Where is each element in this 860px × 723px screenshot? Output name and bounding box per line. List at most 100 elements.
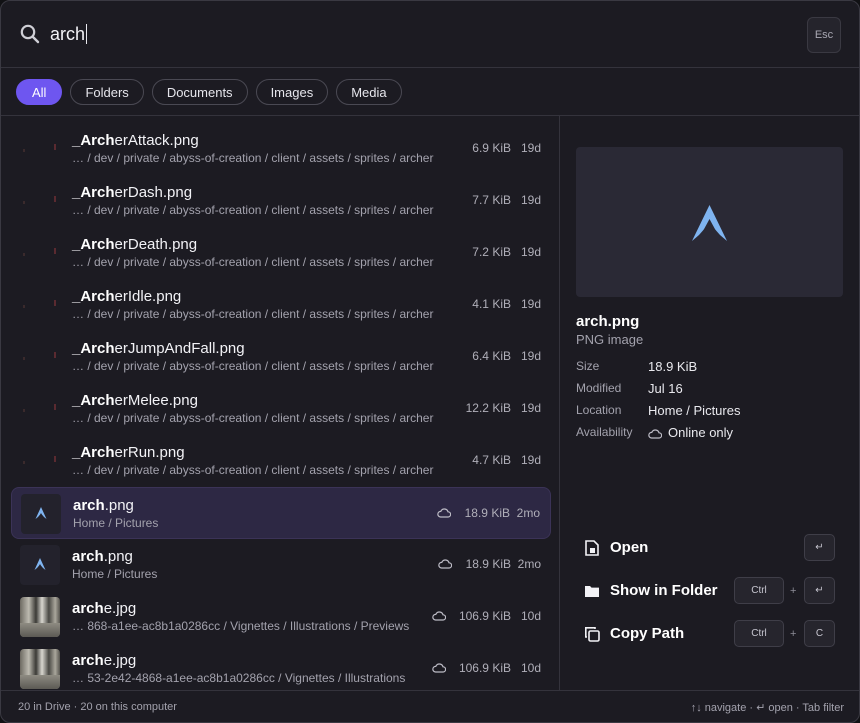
result-row[interactable]: _ArcherRun.png … / dev / private / abyss-… [11,435,551,487]
open-action[interactable]: Open [584,533,839,563]
sprite-thumbnail [20,233,60,273]
filename-rest: .png [103,548,133,565]
results-list[interactable]: _ArcherAttack.png … / dev / private / aby… [1,116,559,690]
result-filename: arch.png [72,548,133,565]
filename-rest: .png [104,497,134,514]
filename-match: Arch [80,340,115,357]
preview-filetype: PNG image [576,332,644,347]
filter-media[interactable]: Media [336,79,402,105]
result-size: 12.2 KiB [465,401,511,415]
filename-match: Arch [80,288,115,305]
open-shortcut-enter: ↵ [804,534,835,561]
filter-images[interactable]: Images [255,79,329,105]
filename-match: Arch [80,184,115,201]
copy-path-shortcut-c: C [804,620,835,647]
sprite-thumbnail [20,181,60,221]
result-size: 6.4 KiB [472,349,511,363]
result-size: 106.9 KiB [458,609,511,623]
result-row[interactable]: _ArcherDash.png … / dev / private / abyss… [11,175,551,227]
filename-match: Arch [80,392,115,409]
result-size: 4.1 KiB [472,297,511,311]
cloud-icon [438,559,453,569]
cloud-icon [431,611,446,621]
sprite-thumbnail [20,389,60,429]
result-path: Home / Pictures [72,567,158,581]
search-input[interactable]: arch [50,21,750,47]
filter-chips: All Folders Documents Images Media [16,79,402,105]
result-size: 18.9 KiB [465,557,511,571]
cloud-icon [648,429,662,439]
result-size: 18.9 KiB [464,506,510,520]
result-age: 19d [520,453,541,467]
filename-rest: erIdle.png [114,288,182,305]
result-row[interactable]: arch.png Home / Pictures 2mo 18.9 KiB [11,539,551,591]
cloud-icon [437,508,452,518]
result-counts: 20 in Drive · 20 on this computer [18,701,177,713]
result-filename: arch.png [73,497,134,514]
filter-all[interactable]: All [16,79,63,105]
show-in-folder-action[interactable]: Show in Folder [584,576,839,606]
meta-label-size: Size [576,359,600,373]
filter-folders[interactable]: Folders [70,79,144,105]
filename-match: Arch [80,444,115,461]
meta-value-availability: Online only [668,425,734,440]
result-row[interactable]: arche.jpg … 53-2e42-4868-a1ee-ac8b1a0286c… [11,643,551,690]
search-bar: arch Esc [1,1,859,68]
result-path: … / dev / private / abyss-of-creation / … [72,151,434,165]
filename-match: Arch [80,132,115,149]
filename-rest: erRun.png [114,444,185,461]
result-filename: _ArcherDeath.png [72,236,197,253]
filename-match: arch [72,548,104,565]
sprite-thumbnail [20,441,60,481]
result-row[interactable]: _ArcherDeath.png … / dev / private / abys… [11,227,551,279]
result-path: … / dev / private / abyss-of-creation / … [72,255,434,269]
result-row[interactable]: _ArcherAttack.png … / dev / private / aby… [11,123,551,175]
filename-match: arch [72,600,104,617]
open-label: Open [610,539,649,556]
open-file-icon [585,540,599,556]
result-filename: _ArcherDash.png [72,184,192,201]
show-in-folder-label: Show in Folder [610,582,718,599]
arch-logo-icon [692,205,727,241]
result-path: … / dev / private / abyss-of-creation / … [72,463,434,477]
meta-value-size: 18.9 KiB [648,359,698,374]
result-age: 19d [520,193,541,207]
shortcut-plus: + [790,628,797,640]
image-thumbnail [20,597,60,637]
copy-path-action[interactable]: Copy Path [584,619,839,649]
result-row[interactable]: _ArcherJumpAndFall.png … / dev / private … [11,331,551,383]
result-filename: _ArcherJumpAndFall.png [72,340,245,357]
filename-rest: erDeath.png [114,236,198,253]
meta-label-location: Location [576,403,622,417]
result-path: … / dev / private / abyss-of-creation / … [72,359,434,373]
result-age: 2mo [517,557,541,571]
filename-rest: erJumpAndFall.png [114,340,245,357]
result-size: 6.9 KiB [472,141,511,155]
sprite-thumbnail [20,337,60,377]
result-filename: _ArcherRun.png [72,444,185,461]
result-row[interactable]: arche.jpg … 868-a1ee-ac8b1a0286cc / Vigne… [11,591,551,643]
preview-image [576,147,843,297]
esc-button[interactable]: Esc [807,17,841,53]
result-size: 7.2 KiB [472,245,511,259]
result-age: 10d [520,661,541,675]
result-row[interactable]: _ArcherMelee.png … / dev / private / abys… [11,383,551,435]
meta-value-location: Home / Pictures [648,403,741,418]
result-row-selected[interactable]: arch.png Home / Pictures 2mo 18.9 KiB [11,487,551,539]
result-age: 19d [520,401,541,415]
shortcut-plus: + [790,585,797,597]
sprite-thumbnail [20,129,60,169]
result-row[interactable]: _ArcherIdle.png … / dev / private / abyss… [11,279,551,331]
filename-rest: erAttack.png [114,132,199,149]
result-size: 4.7 KiB [472,453,511,467]
show-in-folder-shortcut-enter: ↵ [804,577,835,604]
result-size: 106.9 KiB [458,661,511,675]
filter-documents[interactable]: Documents [151,79,248,105]
meta-label-availability: Availability [576,425,633,439]
launcher-window: arch Esc All Folders Documents Images Me… [0,0,860,723]
result-filename: arche.jpg [72,600,136,617]
cloud-icon [431,663,446,673]
result-path: Home / Pictures [73,516,159,530]
result-age: 19d [520,245,541,259]
result-filename: arche.jpg [72,652,136,669]
